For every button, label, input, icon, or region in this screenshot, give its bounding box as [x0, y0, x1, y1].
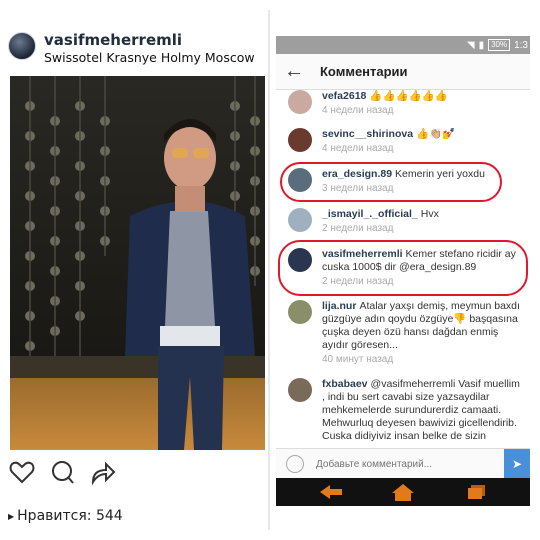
smiley-icon[interactable] — [286, 455, 304, 473]
comment-body: _ismayil_._official_ Hvx 2 недели назад — [322, 208, 524, 235]
comment-username[interactable]: sevinc__shirinova — [322, 128, 413, 140]
comment-icon[interactable] — [48, 458, 76, 486]
avatar[interactable] — [288, 378, 312, 402]
post-location[interactable]: Swissotel Krasnye Holmy Moscow — [44, 50, 255, 65]
send-button[interactable]: ➤ — [504, 449, 530, 479]
avatar[interactable] — [8, 32, 36, 60]
battery-indicator: 30% — [488, 39, 511, 51]
like-icon[interactable] — [8, 458, 36, 486]
screenshot-collage: vasifmeherremli Swissotel Krasnye Holmy … — [0, 0, 540, 540]
back-nav-icon[interactable] — [316, 482, 346, 502]
likes-label: Нравится: 544 — [17, 508, 123, 524]
avatar[interactable] — [288, 208, 312, 232]
comment-body: lija.nur Atalar yaxşı demiş, meymun baxdı… — [322, 300, 524, 366]
comment-time: 4 недели назад — [322, 105, 394, 116]
comment-time: 4 недели назад — [322, 143, 394, 154]
recent-apps-icon[interactable] — [462, 482, 492, 502]
likes-count[interactable]: ▶ Нравится: 544 — [8, 508, 123, 524]
post-photo[interactable] — [10, 76, 265, 450]
post-header: vasifmeherremli Swissotel Krasnye Holmy … — [8, 28, 263, 70]
status-indicators: ◥ ▮ 30% 1:3 — [467, 38, 528, 52]
comment-username[interactable]: vefa2618 — [322, 90, 366, 102]
play-icon: ▶ — [8, 511, 15, 521]
android-nav-bar — [276, 478, 530, 506]
divider — [268, 10, 270, 530]
avatar[interactable] — [288, 300, 312, 324]
instagram-post: vasifmeherremli Swissotel Krasnye Holmy … — [0, 0, 265, 540]
comment-item: _ismayil_._official_ Hvx 2 недели назад — [276, 204, 530, 240]
comment-list[interactable]: vefa2618 👍👍👍👍👍👍 4 недели назад sevinc__sh… — [276, 90, 530, 448]
back-arrow-icon[interactable]: ← — [284, 60, 304, 83]
post-photo-illustration — [10, 76, 265, 450]
comment-input[interactable] — [316, 457, 496, 471]
post-username[interactable]: vasifmeherremli — [44, 31, 182, 49]
avatar[interactable] — [288, 90, 312, 114]
comment-body: sevinc__shirinova 👍👏🏼💅 4 недели назад — [322, 128, 524, 155]
comments-screen: ◥ ▮ 30% 1:3 ← Комментарии vefa2618 👍👍👍👍👍👍… — [276, 36, 530, 506]
home-nav-icon[interactable] — [388, 482, 418, 502]
comment-text: 👍👍👍👍👍👍 — [369, 90, 448, 102]
comment-text: Hvx — [420, 208, 439, 220]
avatar[interactable] — [288, 128, 312, 152]
comment-time: 40 минут назад — [322, 354, 394, 365]
comment-item: fxbabaev @vasifmeherremli Vasif muellim ,… — [276, 374, 530, 448]
comment-body: fxbabaev @vasifmeherremli Vasif muellim ,… — [322, 378, 524, 443]
post-actions — [8, 458, 128, 488]
comment-item: lija.nur Atalar yaxşı demiş, meymun baxdı… — [276, 296, 530, 372]
screen-title: Комментарии — [320, 64, 408, 79]
status-bar: ◥ ▮ 30% 1:3 — [276, 36, 530, 54]
comment-username[interactable]: lija.nur — [322, 300, 356, 312]
comment-item: sevinc__shirinova 👍👏🏼💅 4 недели назад — [276, 124, 530, 160]
comment-username[interactable]: fxbabaev — [322, 378, 368, 390]
comment-username[interactable]: _ismayil_._official_ — [322, 208, 418, 220]
highlight-circle — [280, 162, 502, 202]
comment-text: 👍👏🏼💅 — [416, 128, 456, 140]
share-icon[interactable] — [88, 458, 116, 486]
clock: 1:3 — [514, 39, 528, 51]
comment-body: vefa2618 👍👍👍👍👍👍 4 недели назад — [322, 90, 524, 117]
comment-time: 2 недели назад — [322, 223, 394, 234]
comment-item: vefa2618 👍👍👍👍👍👍 4 недели назад — [276, 90, 530, 118]
wifi-icon: ◥ — [466, 39, 475, 51]
signal-icon: ▮ — [478, 39, 485, 51]
app-bar: ← Комментарии — [276, 54, 530, 90]
comment-input-bar: ➤ — [276, 448, 530, 479]
highlight-circle — [278, 240, 528, 296]
send-icon: ➤ — [511, 457, 523, 471]
